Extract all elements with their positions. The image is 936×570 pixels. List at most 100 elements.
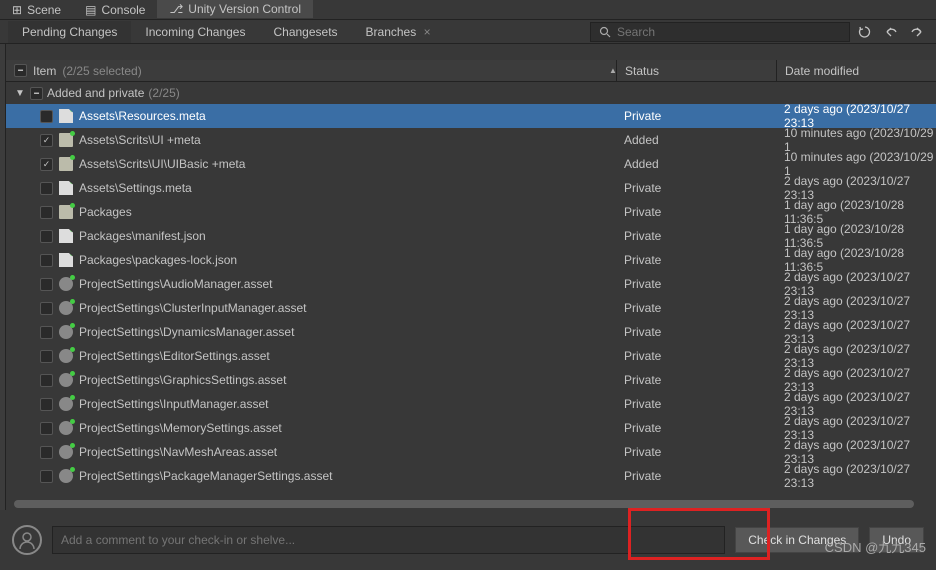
file-row[interactable]: Packages\packages-lock.jsonPrivate1 day … bbox=[6, 248, 936, 272]
gear-icon bbox=[59, 445, 73, 459]
scrollbar-thumb[interactable] bbox=[14, 500, 914, 508]
file-row[interactable]: Assets\Resources.metaPrivate2 days ago (… bbox=[6, 104, 936, 128]
file-status: Private bbox=[616, 464, 776, 488]
file-row[interactable]: Packages\manifest.jsonPrivate1 day ago (… bbox=[6, 224, 936, 248]
file-row[interactable]: ProjectSettings\PackageManagerSettings.a… bbox=[6, 464, 936, 488]
redo-button[interactable] bbox=[906, 21, 928, 43]
file-name: Packages\packages-lock.json bbox=[79, 253, 237, 267]
file-row[interactable]: ProjectSettings\AudioManager.assetPrivat… bbox=[6, 272, 936, 296]
file-status: Private bbox=[616, 440, 776, 464]
row-checkbox[interactable] bbox=[40, 422, 53, 435]
row-checkbox[interactable] bbox=[40, 446, 53, 459]
file-name: ProjectSettings\InputManager.asset bbox=[79, 397, 268, 411]
tab-console[interactable]: ▤ Console bbox=[73, 0, 157, 19]
file-status: Private bbox=[616, 344, 776, 368]
column-status[interactable]: ▲ Status bbox=[616, 60, 776, 81]
file-date: 2 days ago (2023/10/27 23:13 bbox=[776, 272, 936, 296]
row-checkbox[interactable] bbox=[40, 110, 53, 123]
console-icon: ▤ bbox=[85, 3, 96, 17]
tab-branches[interactable]: Branches × bbox=[352, 21, 445, 43]
file-name: ProjectSettings\ClusterInputManager.asse… bbox=[79, 301, 306, 315]
folder-icon bbox=[59, 133, 73, 147]
branch-icon: ⎇ bbox=[169, 2, 183, 16]
group-checkbox[interactable] bbox=[30, 87, 43, 100]
file-row[interactable]: ProjectSettings\DynamicsManager.assetPri… bbox=[6, 320, 936, 344]
tab-label: Scene bbox=[27, 3, 61, 17]
undo-button[interactable] bbox=[880, 21, 902, 43]
file-row[interactable]: ProjectSettings\MemorySettings.assetPriv… bbox=[6, 416, 936, 440]
file-name: ProjectSettings\DynamicsManager.asset bbox=[79, 325, 294, 339]
row-checkbox[interactable] bbox=[40, 254, 53, 267]
file-row[interactable]: ProjectSettings\InputManager.assetPrivat… bbox=[6, 392, 936, 416]
selection-count: (2/25 selected) bbox=[62, 64, 141, 78]
row-checkbox[interactable] bbox=[40, 326, 53, 339]
row-checkbox[interactable] bbox=[40, 134, 53, 147]
refresh-button[interactable] bbox=[854, 21, 876, 43]
row-checkbox[interactable] bbox=[40, 230, 53, 243]
gear-icon bbox=[59, 325, 73, 339]
file-date: 2 days ago (2023/10/27 23:13 bbox=[776, 392, 936, 416]
file-name: ProjectSettings\AudioManager.asset bbox=[79, 277, 272, 291]
undo-changes-button[interactable]: Undo bbox=[869, 527, 924, 553]
row-checkbox[interactable] bbox=[40, 374, 53, 387]
file-status: Private bbox=[616, 176, 776, 200]
file-status: Private bbox=[616, 296, 776, 320]
tab-pending-changes[interactable]: Pending Changes bbox=[8, 21, 131, 43]
file-name: ProjectSettings\PackageManagerSettings.a… bbox=[79, 469, 332, 483]
avatar bbox=[12, 525, 42, 555]
file-row[interactable]: ProjectSettings\NavMeshAreas.asset Privat… bbox=[6, 440, 936, 464]
gear-icon bbox=[59, 469, 73, 483]
file-row[interactable]: Assets\Settings.meta Private2 days ago (2… bbox=[6, 176, 936, 200]
row-checkbox[interactable] bbox=[40, 302, 53, 315]
horizontal-scrollbar[interactable] bbox=[6, 498, 936, 510]
file-row[interactable]: ProjectSettings\ClusterInputManager.asse… bbox=[6, 296, 936, 320]
tab-uvc[interactable]: ⎇ Unity Version Control bbox=[157, 0, 313, 19]
row-checkbox[interactable] bbox=[40, 398, 53, 411]
row-checkbox[interactable] bbox=[40, 182, 53, 195]
row-checkbox[interactable] bbox=[40, 158, 53, 171]
file-name: Packages\manifest.json bbox=[79, 229, 206, 243]
file-row[interactable]: ProjectSettings\GraphicsSettings.assetPr… bbox=[6, 368, 936, 392]
file-date: 2 days ago (2023/10/27 23:13 bbox=[776, 320, 936, 344]
file-row[interactable]: ProjectSettings\EditorSettings.assetPriv… bbox=[6, 344, 936, 368]
close-icon[interactable]: × bbox=[424, 25, 431, 39]
gear-icon bbox=[59, 421, 73, 435]
file-date: 1 day ago (2023/10/28 11:36:5 bbox=[776, 224, 936, 248]
file-row[interactable]: Assets\Scrits\UI\UIBasic +metaAdded10 mi… bbox=[6, 152, 936, 176]
checkin-button[interactable]: Check in Changes bbox=[735, 527, 859, 553]
comment-input[interactable] bbox=[52, 526, 725, 554]
group-count: (2/25) bbox=[148, 86, 179, 100]
file-date: 1 day ago (2023/10/28 11:36:5 bbox=[776, 248, 936, 272]
tab-changesets[interactable]: Changesets bbox=[259, 21, 351, 43]
row-checkbox[interactable] bbox=[40, 350, 53, 363]
file-name: ProjectSettings\NavMeshAreas.asset bbox=[79, 445, 277, 459]
file-icon bbox=[59, 229, 73, 243]
row-checkbox[interactable] bbox=[40, 206, 53, 219]
file-date: 2 days ago (2023/10/27 23:13 bbox=[776, 440, 936, 464]
row-checkbox[interactable] bbox=[40, 470, 53, 483]
row-checkbox[interactable] bbox=[40, 278, 53, 291]
expand-icon[interactable]: ▼ bbox=[14, 88, 26, 99]
select-all-checkbox[interactable] bbox=[14, 64, 27, 77]
file-icon bbox=[59, 181, 73, 195]
tab-scene[interactable]: ⊞ Scene bbox=[0, 0, 73, 19]
file-name: Packages bbox=[79, 205, 132, 219]
file-date: 2 days ago (2023/10/27 23:13 bbox=[776, 464, 936, 488]
file-status: Added bbox=[616, 152, 776, 176]
search-input[interactable] bbox=[617, 25, 841, 39]
file-name: Assets\Settings.meta bbox=[79, 181, 192, 195]
column-date[interactable]: Date modified bbox=[776, 60, 936, 81]
tab-label: Console bbox=[101, 3, 145, 17]
search-box[interactable] bbox=[590, 22, 850, 42]
file-status: Added bbox=[616, 128, 776, 152]
file-row[interactable]: PackagesPrivate1 day ago (2023/10/28 11:… bbox=[6, 200, 936, 224]
gear-icon bbox=[59, 397, 73, 411]
file-icon bbox=[59, 253, 73, 267]
group-row[interactable]: ▼ Added and private (2/25) bbox=[6, 82, 936, 104]
file-row[interactable]: Assets\Scrits\UI +metaAdded10 minutes ag… bbox=[6, 128, 936, 152]
file-date: 2 days ago (2023/10/27 23:13 bbox=[776, 176, 936, 200]
group-label: Added and private bbox=[47, 86, 144, 100]
toolbar: Pending Changes Incoming Changes Changes… bbox=[0, 20, 936, 44]
tab-incoming-changes[interactable]: Incoming Changes bbox=[131, 21, 259, 43]
gear-icon bbox=[59, 301, 73, 315]
